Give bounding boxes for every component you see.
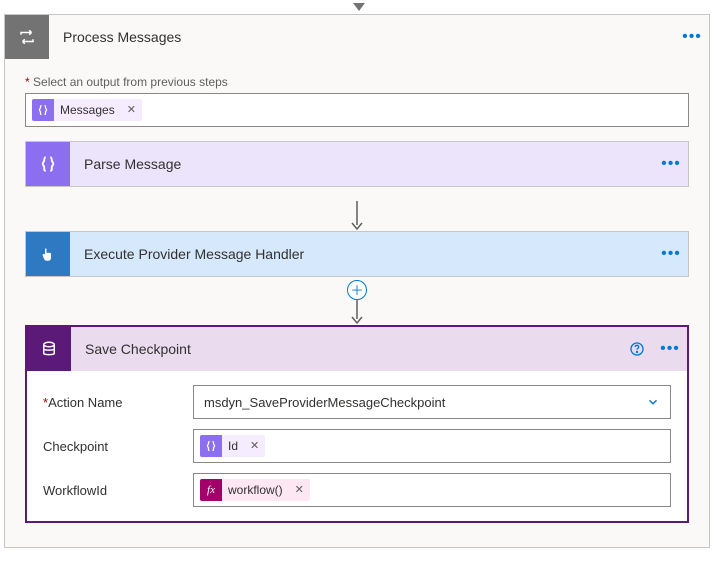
token-messages[interactable]: Messages ✕ — [32, 99, 142, 121]
braces-icon — [32, 99, 54, 121]
step-parse-message[interactable]: Parse Message ••• — [25, 141, 689, 187]
token-remove-button[interactable]: ✕ — [244, 435, 265, 457]
output-select-input[interactable]: Messages ✕ — [25, 93, 689, 127]
step-execute-handler[interactable]: Execute Provider Message Handler ••• — [25, 231, 689, 277]
more-menu-button[interactable]: ••• — [675, 28, 709, 46]
more-menu-button[interactable]: ••• — [654, 245, 688, 263]
more-menu-button[interactable]: ••• — [654, 155, 688, 173]
braces-icon — [200, 435, 222, 457]
help-button[interactable] — [629, 341, 653, 357]
card-title: Execute Provider Message Handler — [70, 246, 654, 262]
flow-arrow — [5, 201, 709, 231]
loop-icon — [5, 15, 49, 59]
output-select-label: * Select an output from previous steps — [25, 75, 689, 89]
step-save-checkpoint[interactable]: Save Checkpoint ••• *Action Name msdyn_S… — [25, 325, 689, 523]
workflowid-label: WorkflowId — [43, 483, 193, 498]
database-icon — [27, 327, 71, 371]
token-id[interactable]: Id ✕ — [200, 435, 265, 457]
triangle-down-icon — [353, 3, 365, 11]
more-menu-button[interactable]: ••• — [653, 340, 687, 358]
card-title: Process Messages — [49, 29, 675, 45]
chevron-down-icon — [646, 395, 660, 409]
action-name-select[interactable]: msdyn_SaveProviderMessageCheckpoint — [193, 385, 671, 419]
token-remove-button[interactable]: ✕ — [121, 99, 142, 121]
pointer-click-icon — [26, 232, 70, 276]
token-workflow-expr[interactable]: fx workflow() ✕ — [200, 479, 310, 501]
fx-icon: fx — [200, 479, 222, 501]
action-name-label: *Action Name — [43, 395, 193, 410]
loop-card-process-messages[interactable]: Process Messages ••• * Select an output … — [4, 14, 710, 548]
workflowid-input[interactable]: fx workflow() ✕ — [193, 473, 671, 507]
token-remove-button[interactable]: ✕ — [289, 479, 310, 501]
checkpoint-input[interactable]: Id ✕ — [193, 429, 671, 463]
card-title: Save Checkpoint — [71, 341, 629, 357]
parse-json-icon — [26, 142, 70, 186]
flow-arrow: ＋ — [5, 291, 709, 325]
checkpoint-label: Checkpoint — [43, 439, 193, 454]
add-step-button[interactable]: ＋ — [347, 280, 367, 300]
card-title: Parse Message — [70, 156, 654, 172]
